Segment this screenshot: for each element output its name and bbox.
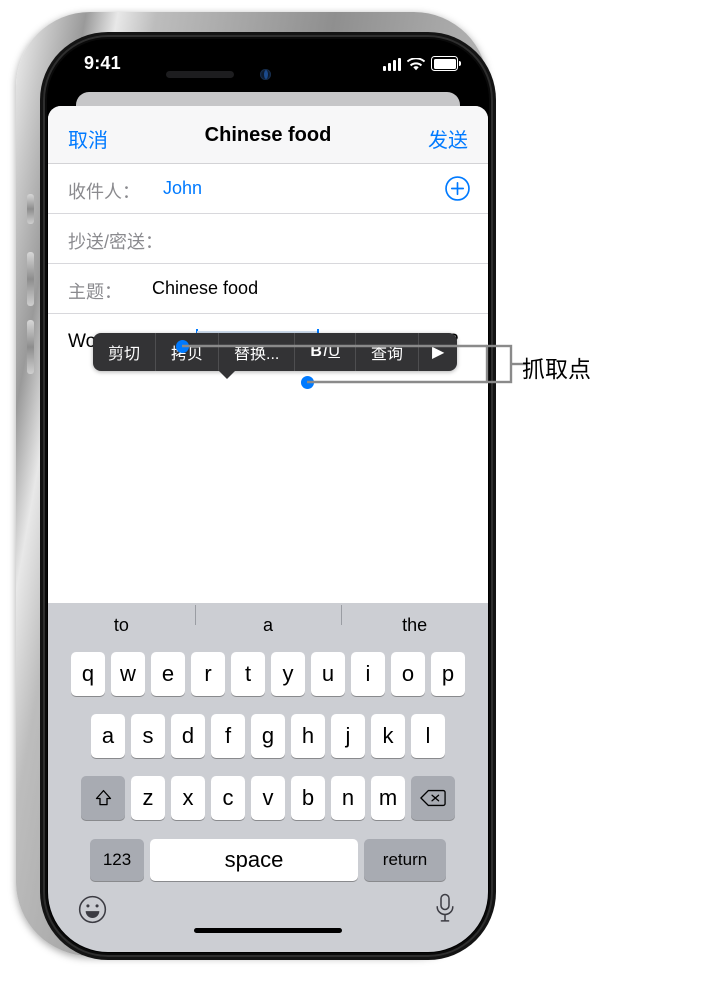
keyboard-row-1: q w e r t y u i o p [48, 648, 488, 700]
key-v[interactable]: v [251, 776, 285, 820]
volume-up-button[interactable] [27, 252, 34, 306]
microphone-icon[interactable] [434, 893, 456, 924]
key-l[interactable]: l [411, 714, 445, 758]
iphone-device-frame: 9:41 取消 Chinese food 发送 收件人： John 抄送/密送：… [16, 12, 496, 960]
keyboard-row-3: z x c v b n m [48, 772, 488, 824]
key-a[interactable]: a [91, 714, 125, 758]
predictive-suggestion-bar: to a the [48, 603, 488, 648]
software-keyboard: to a the q w e r t y u i o p a s d f g h… [48, 603, 488, 952]
key-j[interactable]: j [331, 714, 365, 758]
status-indicators [383, 56, 461, 71]
key-z[interactable]: z [131, 776, 165, 820]
key-u[interactable]: u [311, 652, 345, 696]
key-y[interactable]: y [271, 652, 305, 696]
delete-backward-icon[interactable] [411, 776, 455, 820]
key-c[interactable]: c [211, 776, 245, 820]
key-h[interactable]: h [291, 714, 325, 758]
navigation-bar: 取消 Chinese food 发送 [48, 106, 488, 164]
return-key[interactable]: return [364, 839, 446, 881]
phone-screen: 9:41 取消 Chinese food 发送 收件人： John 抄送/密送：… [48, 40, 488, 952]
front-camera [260, 69, 271, 80]
key-b[interactable]: b [291, 776, 325, 820]
cc-bcc-field-row[interactable]: 抄送/密送： [48, 214, 488, 264]
notch [184, 40, 352, 66]
battery-full-icon [431, 56, 461, 71]
cancel-button[interactable]: 取消 [68, 124, 108, 153]
subject-field-value[interactable]: Chinese food [152, 278, 258, 299]
keyboard-row-2: a s d f g h j k l [48, 710, 488, 762]
keyboard-bottom-bar [48, 885, 488, 947]
key-p[interactable]: p [431, 652, 465, 696]
status-time: 9:41 [84, 53, 121, 73]
key-d[interactable]: d [171, 714, 205, 758]
to-field-label: 收件人： [68, 182, 140, 202]
subject-field-label: 主题： [68, 282, 122, 302]
menu-item-cut[interactable]: 剪切 [93, 333, 157, 371]
key-n[interactable]: n [331, 776, 365, 820]
subject-field-row[interactable]: 主题： Chinese food [48, 264, 488, 314]
plus-circle-icon[interactable] [445, 176, 470, 201]
key-x[interactable]: x [171, 776, 205, 820]
key-g[interactable]: g [251, 714, 285, 758]
key-k[interactable]: k [371, 714, 405, 758]
signal-bars-icon [383, 58, 401, 71]
key-f[interactable]: f [211, 714, 245, 758]
shift-up-arrow-icon[interactable] [81, 776, 125, 820]
suggestion-2[interactable]: a [194, 605, 342, 636]
earpiece-speaker [166, 71, 234, 78]
send-button[interactable]: 发送 [428, 124, 468, 153]
key-s[interactable]: s [131, 714, 165, 758]
key-q[interactable]: q [71, 652, 105, 696]
volume-down-button[interactable] [27, 320, 34, 374]
to-field-row[interactable]: 收件人： John [48, 164, 488, 214]
space-key[interactable]: space [150, 839, 358, 881]
suggestion-3[interactable]: the [341, 605, 488, 636]
annotation-label: 抓取点 [522, 356, 591, 382]
key-t[interactable]: t [231, 652, 265, 696]
silent-switch-button[interactable] [27, 194, 34, 224]
key-m[interactable]: m [371, 776, 405, 820]
home-indicator[interactable] [194, 928, 342, 933]
key-e[interactable]: e [151, 652, 185, 696]
page-title: Chinese food [204, 124, 332, 146]
wifi-icon [407, 58, 425, 71]
emoji-smiley-icon[interactable] [78, 895, 107, 924]
key-w[interactable]: w [111, 652, 145, 696]
keyboard-row-4: 123 space return [48, 835, 488, 885]
numeric-keyboard-button[interactable]: 123 [90, 839, 144, 881]
key-i[interactable]: i [351, 652, 385, 696]
key-r[interactable]: r [191, 652, 225, 696]
suggestion-1[interactable]: to [48, 615, 195, 636]
key-o[interactable]: o [391, 652, 425, 696]
to-field-value[interactable]: John [163, 178, 202, 199]
cc-bcc-field-label: 抄送/密送： [68, 232, 164, 252]
